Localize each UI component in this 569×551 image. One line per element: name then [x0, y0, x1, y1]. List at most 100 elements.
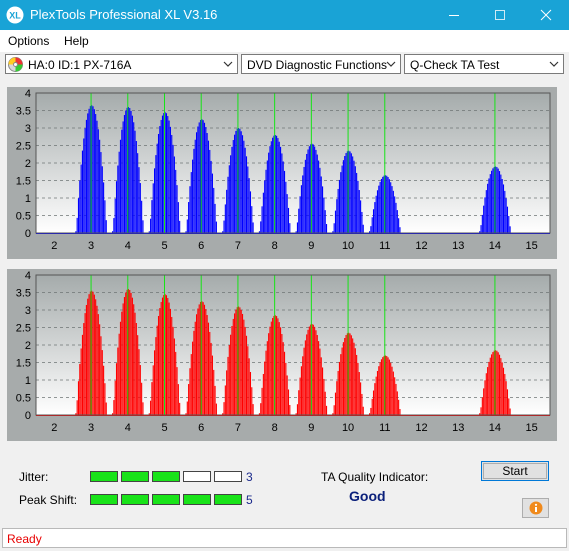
close-icon[interactable]	[523, 0, 569, 30]
data-bar	[483, 388, 485, 415]
data-bar	[235, 309, 237, 415]
data-bar	[399, 409, 401, 415]
peak-shift-chart-panel: 0 0.5 1 1.5 2 2.5 3 3.5 4 2 3 4 5 6 7 8 9 10 11 12 13 14 15	[7, 269, 557, 441]
data-bar	[336, 199, 338, 233]
data-bar	[119, 139, 122, 233]
y-tick-label: 2.5	[16, 141, 31, 153]
data-bar	[298, 208, 300, 233]
y-tick-label: 1.5	[16, 358, 31, 370]
data-bar	[93, 294, 95, 415]
data-bar	[341, 165, 343, 233]
data-bar	[249, 191, 252, 233]
data-bar	[491, 170, 493, 233]
data-bar	[243, 319, 245, 415]
drive-select[interactable]: HA:0 ID:1 PX-716A	[5, 54, 238, 74]
data-bar	[223, 220, 225, 233]
y-tick-label: 4	[25, 270, 31, 282]
data-bar	[320, 357, 322, 415]
data-bar	[142, 220, 144, 233]
data-bar	[245, 156, 248, 233]
data-bar	[117, 347, 119, 415]
data-bar	[173, 338, 175, 415]
function-select-value: DVD Diagnostic Functions	[247, 58, 388, 72]
data-bar	[268, 152, 270, 233]
ta-quality-value: Good	[349, 488, 386, 504]
data-bar	[303, 347, 305, 415]
data-bar	[141, 200, 143, 233]
data-bar	[268, 333, 270, 415]
data-bar	[286, 194, 288, 233]
data-bar	[190, 354, 192, 415]
data-bar	[223, 402, 225, 415]
data-bar	[206, 133, 208, 233]
start-button[interactable]: Start	[481, 461, 549, 481]
data-bar	[487, 183, 489, 233]
data-bar	[161, 297, 164, 415]
data-bar	[319, 167, 321, 233]
data-bar	[155, 155, 157, 233]
menu-options[interactable]: Options	[8, 34, 49, 48]
y-tick-label: 3.5	[16, 288, 31, 300]
y-tick-label: 0.5	[16, 393, 31, 405]
data-bar	[376, 190, 379, 233]
data-bar	[282, 161, 284, 233]
data-bar	[306, 334, 308, 415]
data-bar	[160, 301, 162, 415]
data-bar	[392, 190, 394, 233]
data-bar	[97, 129, 99, 233]
jitter-label: Jitter:	[19, 470, 49, 484]
test-select[interactable]: Q-Check TA Test	[404, 54, 564, 74]
data-bar	[172, 326, 174, 415]
menu-help[interactable]: Help	[64, 34, 89, 48]
disc-icon	[8, 57, 23, 72]
maximize-icon[interactable]	[477, 0, 523, 30]
minimize-icon[interactable]	[431, 0, 477, 30]
info-button[interactable]	[522, 498, 549, 518]
data-bar	[394, 196, 396, 233]
data-bar	[175, 351, 177, 415]
x-tick-label: 4	[125, 422, 131, 434]
data-bar	[234, 134, 236, 233]
data-bar	[176, 367, 178, 415]
y-tick-label: 0	[25, 228, 31, 240]
data-bar	[260, 403, 262, 415]
function-select[interactable]: DVD Diagnostic Functions	[241, 54, 401, 74]
status-bar: Ready	[2, 528, 567, 548]
data-bar	[300, 185, 302, 233]
data-bar	[289, 404, 291, 415]
data-bar	[497, 352, 499, 415]
data-bar	[99, 324, 101, 415]
data-bar	[121, 311, 123, 415]
data-bar	[502, 367, 505, 415]
data-bar	[215, 221, 217, 233]
data-bar	[380, 178, 383, 233]
data-bar	[105, 220, 107, 233]
app-icon: XL	[6, 6, 24, 24]
data-bar	[224, 385, 226, 415]
data-bar	[262, 373, 264, 415]
jitter-meter-segment	[90, 471, 118, 482]
data-bar	[324, 210, 326, 233]
data-bar	[302, 175, 304, 233]
data-bar	[161, 115, 164, 233]
data-bar	[352, 338, 354, 415]
data-bar	[480, 407, 482, 415]
x-tick-label: 15	[526, 240, 538, 252]
data-bar	[197, 126, 199, 233]
jitter-chart-panel: 0 0.5 1 1.5 2 2.5 3 3.5 4 2 3 4 5 6 7 8 9 10 11 12 13 14 15	[7, 87, 557, 259]
data-bar	[325, 405, 328, 415]
test-select-value: Q-Check TA Test	[410, 58, 500, 72]
data-bar	[337, 188, 339, 233]
data-bar	[210, 160, 212, 233]
data-bar	[484, 380, 486, 415]
y-tick-label: 3	[25, 305, 31, 317]
data-bar	[314, 326, 316, 415]
data-bar	[392, 371, 394, 415]
data-bar	[168, 120, 170, 233]
peak-shift-meter-segment	[121, 494, 149, 505]
data-bar	[350, 153, 352, 233]
data-bar	[103, 182, 105, 233]
data-bar	[502, 184, 505, 233]
data-bar	[85, 119, 87, 233]
data-bar	[190, 172, 192, 233]
